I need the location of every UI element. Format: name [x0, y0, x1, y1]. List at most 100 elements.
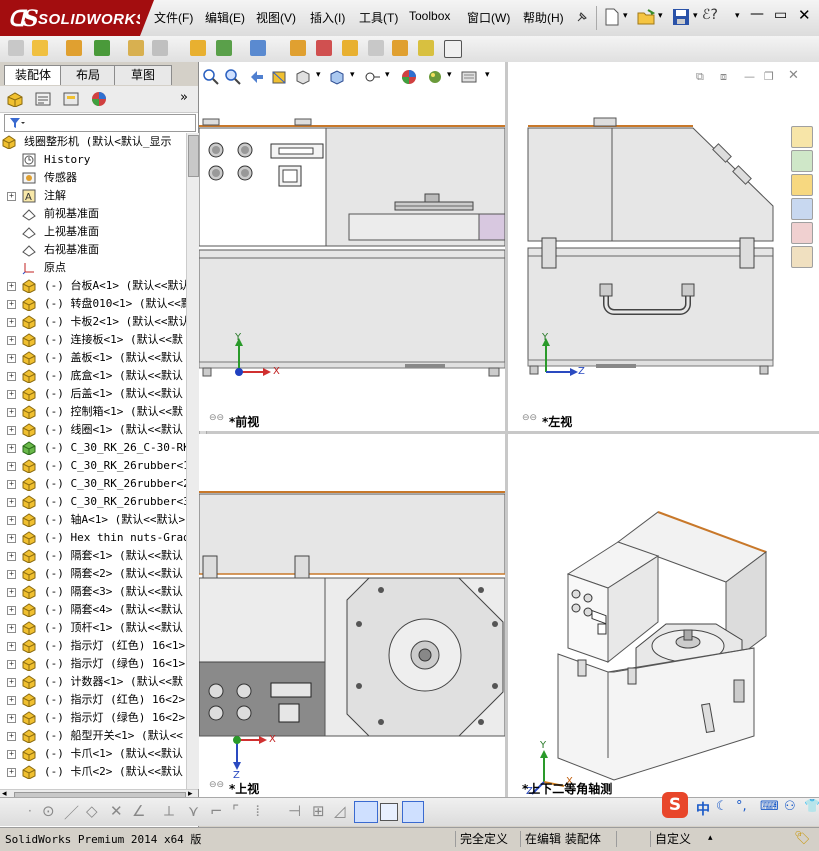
bill-of-materials-icon[interactable] [342, 40, 358, 56]
show-hidden-icon[interactable] [216, 40, 232, 56]
expand-toggle-icon[interactable]: + [7, 732, 16, 741]
custom-properties-icon[interactable] [791, 246, 813, 268]
relations-icon[interactable]: ⋎ [188, 802, 199, 820]
expand-toggle-icon[interactable]: + [7, 444, 16, 453]
units-dropdown-icon[interactable]: ▴ [708, 833, 713, 843]
expand-toggle-icon[interactable]: + [7, 480, 16, 489]
viewport-front[interactable]: Y X ⊖⊖ *前视 [199, 88, 505, 431]
ime-skin-icon[interactable]: 👕 [804, 799, 819, 814]
view-palette-icon[interactable] [791, 198, 813, 220]
point-icon[interactable]: · [28, 804, 32, 818]
previous-view-icon[interactable] [249, 69, 265, 85]
linear-pattern-icon[interactable] [128, 40, 144, 56]
expand-toggle-icon[interactable]: + [7, 372, 16, 381]
angle-icon[interactable]: ∠ [132, 802, 145, 820]
view-orientation-dropdown-icon[interactable]: ▾ [316, 70, 321, 80]
hide-show-items-icon[interactable] [363, 69, 383, 85]
expand-toggle-icon[interactable]: + [7, 606, 16, 615]
view-orientation-icon[interactable] [295, 69, 311, 85]
save-icon[interactable] [672, 8, 690, 26]
expand-toggle-icon[interactable]: + [7, 390, 16, 399]
viewport-top[interactable]: X Z ⊖⊖ *上视 [199, 434, 505, 797]
single-view-icon[interactable] [380, 803, 398, 821]
display-style-dropdown-icon[interactable]: ▾ [350, 70, 355, 80]
link-views-icon[interactable]: ⧉ [696, 70, 704, 84]
fillet-icon[interactable]: ⌐ [210, 802, 223, 820]
viewport-restore-icon[interactable]: ❐ [764, 70, 774, 83]
display-style-icon[interactable] [329, 69, 345, 85]
expand-toggle-icon[interactable]: + [7, 768, 16, 777]
ime-keyboard-icon[interactable]: ⌨ [760, 799, 779, 814]
apply-scene-icon[interactable] [427, 69, 443, 85]
close-icon[interactable]: ✕ [798, 6, 811, 24]
polygon-icon[interactable]: ◇ [86, 802, 98, 820]
expand-toggle-icon[interactable]: + [7, 750, 16, 759]
expand-toggle-icon[interactable]: + [7, 354, 16, 363]
zoom-to-area-icon[interactable] [225, 69, 241, 85]
tab-sketch[interactable]: 草图 [114, 65, 172, 85]
section-view-icon[interactable] [271, 69, 287, 85]
pin-icon[interactable] [575, 10, 589, 24]
menu-view[interactable]: 视图(V) [256, 9, 296, 26]
ime-punctuation-icon[interactable]: °, [736, 799, 747, 814]
reference-geometry-icon[interactable] [290, 40, 306, 56]
expand-toggle-icon[interactable]: + [7, 624, 16, 633]
property-manager-icon[interactable] [34, 91, 52, 107]
options-icon[interactable] [32, 40, 48, 56]
mate-icon[interactable] [94, 40, 110, 56]
expand-toggle-icon[interactable]: + [7, 714, 16, 723]
viewport-minimize-icon[interactable]: — [744, 70, 755, 83]
expand-toggle-icon[interactable]: + [7, 426, 16, 435]
expand-toggle-icon[interactable]: + [7, 570, 16, 579]
offset-icon[interactable]: ⦙ [256, 802, 259, 820]
help-search-icon[interactable]: ℰ? [702, 7, 718, 23]
new-motion-study-icon[interactable] [316, 40, 332, 56]
move-component-icon[interactable] [190, 40, 206, 56]
expand-toggle-icon[interactable]: + [7, 552, 16, 561]
open-folder-icon[interactable] [637, 8, 655, 26]
insert-component-icon[interactable] [66, 40, 82, 56]
status-custom[interactable]: 自定义 [650, 831, 715, 847]
menu-tools[interactable]: 工具(T) [359, 9, 398, 26]
smart-dimension-icon[interactable]: ⟂ [164, 802, 174, 820]
expand-toggle-icon[interactable]: + [7, 696, 16, 705]
expand-toggle-icon[interactable]: + [7, 642, 16, 651]
shaded-view-icon[interactable] [354, 801, 378, 823]
zoom-to-fit-icon[interactable] [203, 69, 219, 85]
assembly-features-icon[interactable] [250, 40, 266, 56]
expand-toggle-icon[interactable]: + [7, 498, 16, 507]
menu-window[interactable]: 窗口(W) [467, 9, 510, 26]
hide-show-dropdown-icon[interactable]: ▾ [385, 70, 390, 80]
viewport-close-icon[interactable]: ✕ [788, 68, 799, 83]
interference-icon[interactable] [418, 40, 434, 56]
viewport-left[interactable]: Y Z ⊖⊖ *左视 [508, 88, 819, 431]
tab-assembly[interactable]: 装配体 [4, 65, 62, 85]
view-settings-icon[interactable] [461, 69, 479, 85]
expand-toggle-icon[interactable]: + [7, 660, 16, 669]
view-settings-dropdown-icon[interactable]: ▾ [485, 70, 490, 80]
instant3d-icon[interactable] [444, 40, 462, 58]
expand-toggle-icon[interactable]: + [7, 192, 16, 201]
expand-toggle-icon[interactable]: + [7, 516, 16, 525]
smart-fastener-icon[interactable] [152, 40, 168, 56]
unlink-views-icon[interactable]: ⧈ [720, 70, 727, 84]
menu-help[interactable]: 帮助(H) [523, 9, 564, 26]
minimize-icon[interactable]: — [750, 6, 764, 22]
expand-toggle-icon[interactable]: + [7, 588, 16, 597]
four-view-icon[interactable] [402, 801, 424, 823]
new-dropdown-icon[interactable]: ▾ [623, 11, 628, 21]
menu-insert[interactable]: 插入(I) [310, 9, 345, 26]
edit-appearance-icon[interactable] [401, 69, 417, 85]
new-document-icon[interactable] [603, 8, 621, 26]
circle-icon[interactable]: ⊙ [42, 802, 55, 820]
menu-edit[interactable]: 编辑(E) [205, 9, 245, 26]
design-library-icon[interactable] [791, 150, 813, 172]
expand-toggle-icon[interactable]: + [7, 336, 16, 345]
configuration-manager-icon[interactable] [62, 91, 80, 107]
menu-file[interactable]: 文件(F) [154, 9, 193, 26]
expand-panel-icon[interactable]: » [180, 90, 188, 105]
angle-tool-icon[interactable]: ◿ [334, 802, 346, 820]
expand-toggle-icon[interactable]: + [7, 282, 16, 291]
file-explorer-icon[interactable] [791, 174, 813, 196]
explode-line-icon[interactable] [392, 40, 408, 56]
